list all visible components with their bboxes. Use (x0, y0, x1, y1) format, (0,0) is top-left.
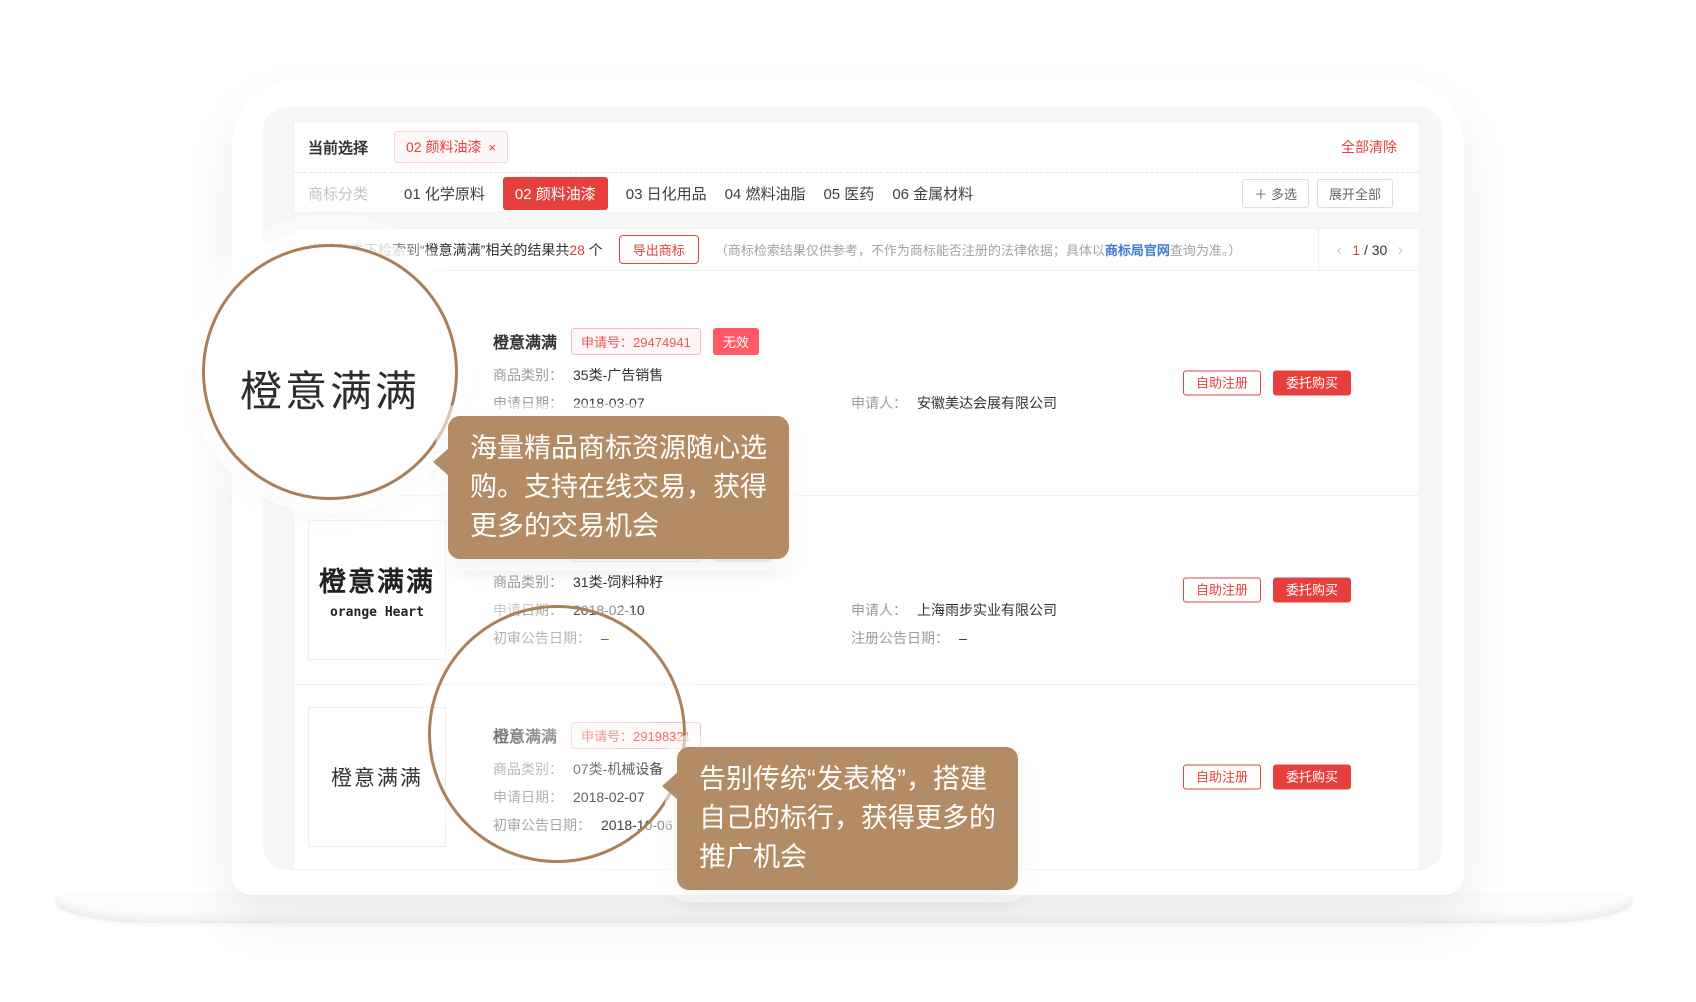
tooltip-arrow-icon (662, 772, 678, 800)
apply-date-value: 2018-03-07 (573, 395, 645, 411)
export-trademark-button[interactable]: 导出商标 (619, 235, 699, 264)
category-label: 商品类别： (493, 574, 563, 590)
current-selection-label: 当前选择 (308, 137, 368, 158)
trademark-image-3[interactable]: 橙意满满 (308, 707, 446, 847)
expand-all-button[interactable]: 展开全部 (1317, 179, 1393, 208)
next-page-icon[interactable]: › (1397, 241, 1403, 258)
category-item-01[interactable]: 01 化学原料 (404, 183, 485, 204)
tooltip-arrow-icon (433, 448, 449, 476)
reg-notice-label: 注册公告日期： (851, 630, 949, 646)
callout-tooltip-2: 告别传统“发表格”，搭建 自己的标行，获得更多的 推广机会 (677, 747, 1018, 890)
results-count: 28 (569, 242, 585, 258)
entrust-buy-button[interactable]: 委托购买 (1273, 371, 1351, 396)
multi-select-button[interactable]: ＋ 多选 (1242, 179, 1309, 208)
page-indicator: 1 / 30 (1352, 242, 1387, 258)
tooltip2-line1: 告别传统“发表格”，搭建 (699, 760, 996, 799)
tooltip2-line3: 推广机会 (699, 838, 996, 877)
category-item-02-active[interactable]: 02 颜料油漆 (503, 177, 608, 210)
callout-tooltip-1: 海量精品商标资源随心选 购。支持在线交易，获得 更多的交易机会 (448, 416, 789, 559)
selected-filter-chip[interactable]: 02 颜料油漆 × (394, 131, 508, 163)
laptop-base (55, 893, 1633, 923)
applicant-value: 上海雨步实业有限公司 (917, 602, 1057, 618)
clear-all-link[interactable]: 全部清除 (1341, 137, 1397, 157)
category-value: 35类-广告销售 (573, 367, 663, 383)
category-row: 商标分类 01 化学原料 02 颜料油漆 03 日化用品 04 燃料油脂 05 … (294, 172, 1419, 213)
results-disclaimer: （商标检索结果仅供参考，不作为商标能否注册的法律依据；具体以商标局官网查询为准。… (715, 240, 1242, 259)
total-pages: 30 (1372, 242, 1388, 258)
current-page: 1 (1352, 242, 1360, 258)
applicant-label: 申请人： (851, 602, 907, 618)
reg-notice-value: – (959, 630, 967, 646)
category-value: 31类-饲料种籽 (573, 574, 663, 590)
trademark-image-2[interactable]: 橙意满满 orange Heart (308, 520, 446, 660)
prev-page-icon[interactable]: ‹ (1337, 241, 1343, 258)
self-register-button[interactable]: 自助注册 (1183, 765, 1261, 790)
category-item-05[interactable]: 05 医药 (823, 183, 874, 204)
entrust-buy-button[interactable]: 委托购买 (1273, 578, 1351, 603)
trademark-office-link[interactable]: 商标局官网 (1105, 243, 1170, 258)
tooltip1-line1: 海量精品商标资源随心选 (470, 429, 767, 468)
disclaimer-pre: （商标检索结果仅供参考，不作为商标能否注册的法律依据；具体以 (715, 243, 1105, 258)
self-register-button[interactable]: 自助注册 (1183, 578, 1261, 603)
category-item-03[interactable]: 03 日化用品 (626, 183, 707, 204)
chip-close-icon[interactable]: × (488, 140, 496, 155)
applicant-value: 安徽美达会展有限公司 (917, 395, 1057, 411)
trademark-image-text: 橙意满满 (319, 560, 435, 599)
results-header: 当前分类下检索到“橙意满满”相关的结果共28 个 导出商标 （商标检索结果仅供参… (294, 229, 1419, 271)
application-number-tag: 申请号：29474941 (571, 328, 701, 355)
category-item-06[interactable]: 06 金属材料 (892, 183, 973, 204)
results-summary-suffix: 个 (585, 242, 603, 258)
category-row-label: 商标分类 (308, 183, 368, 204)
trademark-name[interactable]: 橙意满满 (493, 329, 557, 353)
trademark-image-subtext: orange Heart (330, 605, 424, 620)
app-no-label: 申请号： (581, 335, 633, 350)
magnifier-circle-1: 橙意满满 (202, 244, 458, 500)
current-selection-row: 当前选择 02 颜料油漆 × 全部清除 (294, 122, 1419, 172)
page-separator: / (1364, 242, 1368, 258)
apply-date-label: 申请日期： (493, 395, 563, 411)
pagination: ‹ 1 / 30 › (1318, 229, 1419, 270)
category-label: 商品类别： (493, 367, 563, 383)
tooltip1-line2: 购。支持在线交易，获得 (470, 468, 767, 507)
disclaimer-post: 查询为准。） (1170, 243, 1242, 258)
selected-filter-chip-label: 02 颜料油漆 (406, 137, 481, 157)
tooltip2-line2: 自己的标行，获得更多的 (699, 799, 996, 838)
self-register-button[interactable]: 自助注册 (1183, 371, 1261, 396)
applicant-label: 申请人： (851, 395, 907, 411)
magnified-trademark-text: 橙意满满 (240, 358, 420, 419)
page: 当前选择 02 颜料油漆 × 全部清除 商标分类 01 化学原料 02 颜料油漆… (0, 0, 1696, 1002)
category-item-04[interactable]: 04 燃料油脂 (725, 183, 806, 204)
entrust-buy-button[interactable]: 委托购买 (1273, 765, 1351, 790)
filter-panel: 当前选择 02 颜料油漆 × 全部清除 商标分类 01 化学原料 02 颜料油漆… (293, 121, 1420, 213)
app-no-value: 29474941 (633, 335, 691, 350)
tooltip1-line3: 更多的交易机会 (470, 507, 767, 546)
magnifier-circle-2 (428, 605, 686, 863)
status-badge-invalid: 无效 (713, 328, 759, 355)
trademark-image-text: 橙意满满 (331, 762, 423, 792)
